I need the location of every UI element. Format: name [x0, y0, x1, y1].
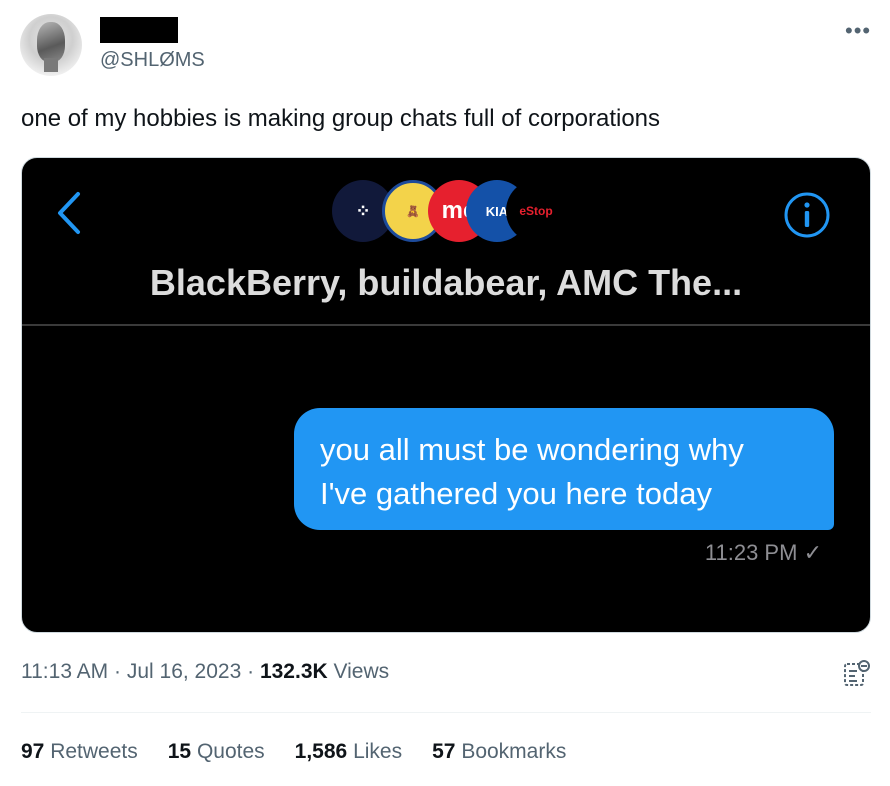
stat-label: Retweets — [50, 740, 138, 763]
views-label: Views — [333, 660, 390, 683]
checkmark-icon: ✓ — [803, 540, 822, 565]
back-chevron-icon — [58, 192, 80, 234]
info-icon — [784, 192, 830, 238]
user-handle[interactable]: @SHLØMS — [100, 49, 205, 72]
meta-dot: · — [247, 660, 260, 683]
meta-dot: · — [114, 660, 127, 683]
tweet-date[interactable]: Jul 16, 2023 — [127, 660, 241, 683]
more-options-icon[interactable]: ••• — [845, 18, 871, 44]
message-line-1: you all must be wondering why — [320, 432, 744, 467]
stat-count: 57 — [432, 740, 456, 763]
stat-label: Quotes — [196, 740, 265, 763]
tweet-time[interactable]: 11:13 AM — [21, 660, 108, 683]
stat-bookmarks[interactable]: 57 Bookmarks — [432, 740, 566, 764]
avatar-head — [37, 22, 65, 62]
gamestop-logo: eStop — [506, 180, 566, 242]
analytics-icon[interactable] — [843, 659, 871, 687]
message-line-2: I've gathered you here today — [320, 476, 712, 511]
message-bubble: you all must be wondering why I've gathe… — [294, 408, 834, 530]
stat-count: 97 — [21, 740, 45, 763]
redacted-display-name — [100, 17, 178, 43]
chat-title: BlackBerry, buildabear, AMC The... — [149, 262, 743, 303]
stat-count: 1,586 — [294, 740, 348, 763]
stat-quotes[interactable]: 15 Quotes — [168, 740, 265, 764]
avatar-neck — [44, 58, 58, 72]
message-timestamp: 11:23 PM ✓ — [705, 540, 822, 566]
tweet-metadata: 11:13 AM · Jul 16, 2023 · 132.3K Views — [21, 660, 389, 684]
stat-label: Likes — [353, 740, 403, 763]
group-avatars: ⁘ 🧸 mc KIA eStop — [332, 180, 572, 244]
stat-likes[interactable]: 1,586 Likes — [295, 740, 402, 764]
divider — [21, 712, 871, 713]
avatar[interactable] — [20, 14, 82, 76]
views-count: 132.3K — [259, 660, 328, 683]
stat-count: 15 — [167, 740, 192, 763]
engagement-stats: 97 Retweets 15 Quotes 1,586 Likes 57 Boo… — [21, 740, 566, 764]
message-time: 11:23 PM — [704, 540, 798, 565]
tweet-text: one of my hobbies is making group chats … — [21, 105, 661, 132]
stat-retweets[interactable]: 97 Retweets — [21, 740, 138, 764]
chat-header-divider — [22, 324, 870, 326]
stat-label: Bookmarks — [461, 740, 567, 763]
tweet-media[interactable]: ⁘ 🧸 mc KIA eStop BlackBerry, buildabear,… — [21, 157, 871, 633]
